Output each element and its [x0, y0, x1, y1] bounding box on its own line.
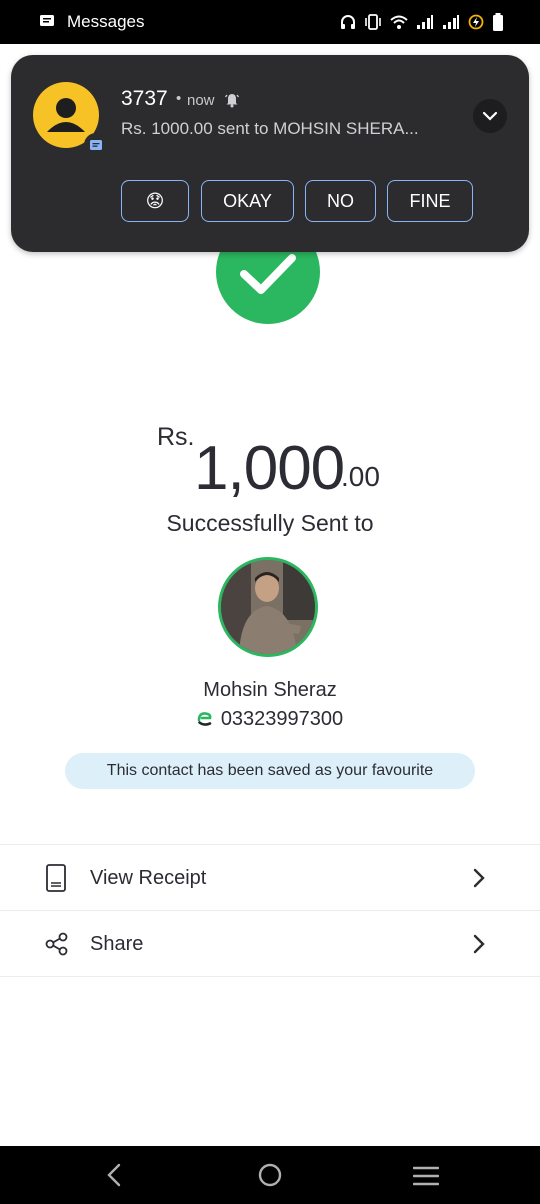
vibrate-icon — [365, 14, 381, 30]
signal-icon-2 — [443, 15, 459, 29]
amount-currency: Rs. — [157, 423, 195, 451]
messages-app-icon — [40, 15, 54, 26]
share-row[interactable]: Share — [0, 910, 540, 977]
recents-menu-icon[interactable] — [413, 1166, 439, 1186]
data-saver-icon — [468, 14, 484, 30]
amount-whole: 1,000 — [194, 434, 345, 503]
easypaisa-logo-icon — [197, 712, 212, 726]
status-app-name: Messages — [67, 12, 145, 31]
view-receipt-row[interactable]: View Receipt — [0, 844, 540, 911]
amount-decimal: .00 — [341, 461, 380, 492]
divider — [0, 976, 540, 977]
headphones-icon — [341, 15, 355, 29]
signal-icon-1 — [417, 15, 433, 29]
notification-time: now — [187, 92, 215, 109]
chevron-right-icon — [473, 934, 485, 954]
recipient-name: Mohsin Sheraz — [203, 679, 337, 701]
sms-notification[interactable]: 3737 • now Rs. 1000.00 sent to MOHSIN SH… — [11, 55, 529, 252]
back-icon[interactable] — [104, 1163, 124, 1187]
messages-badge-icon — [84, 133, 108, 157]
smart-reply-okay-button[interactable]: OKAY — [201, 180, 294, 222]
wifi-icon — [390, 15, 408, 29]
notification-message: Rs. 1000.00 sent to MOHSIN SHERA... — [121, 119, 419, 138]
chevron-down-icon — [482, 111, 498, 121]
recipient-phone-row: 03323997300 — [0, 707, 540, 731]
amount-display: Rs. 1,000 .00 — [0, 415, 540, 505]
status-bar: Messages — [0, 0, 540, 44]
share-label: Share — [90, 933, 144, 955]
system-navigation-bar — [0, 1146, 540, 1204]
chevron-right-icon — [473, 868, 485, 888]
transfer-status-label: Successfully Sent to — [166, 510, 374, 536]
notification-sender: 3737 — [121, 87, 168, 110]
recipient-avatar — [218, 557, 318, 657]
share-icon — [45, 932, 68, 956]
smart-reply-emoji-button[interactable]: 😟 — [121, 180, 189, 222]
view-receipt-label: View Receipt — [90, 867, 207, 889]
status-icons — [340, 12, 504, 32]
smart-reply-fine-button[interactable]: FINE — [387, 180, 473, 222]
alert-bell-icon — [224, 94, 240, 108]
receipt-icon — [46, 864, 66, 892]
recipient-phone: 03323997300 — [220, 707, 344, 730]
expand-notification-button[interactable] — [473, 99, 507, 133]
home-icon[interactable] — [258, 1163, 282, 1187]
battery-icon — [493, 13, 503, 31]
notification-separator: • — [176, 90, 182, 107]
smart-reply-no-button[interactable]: NO — [305, 180, 376, 222]
favourite-notice: This contact has been saved as your favo… — [65, 753, 475, 789]
